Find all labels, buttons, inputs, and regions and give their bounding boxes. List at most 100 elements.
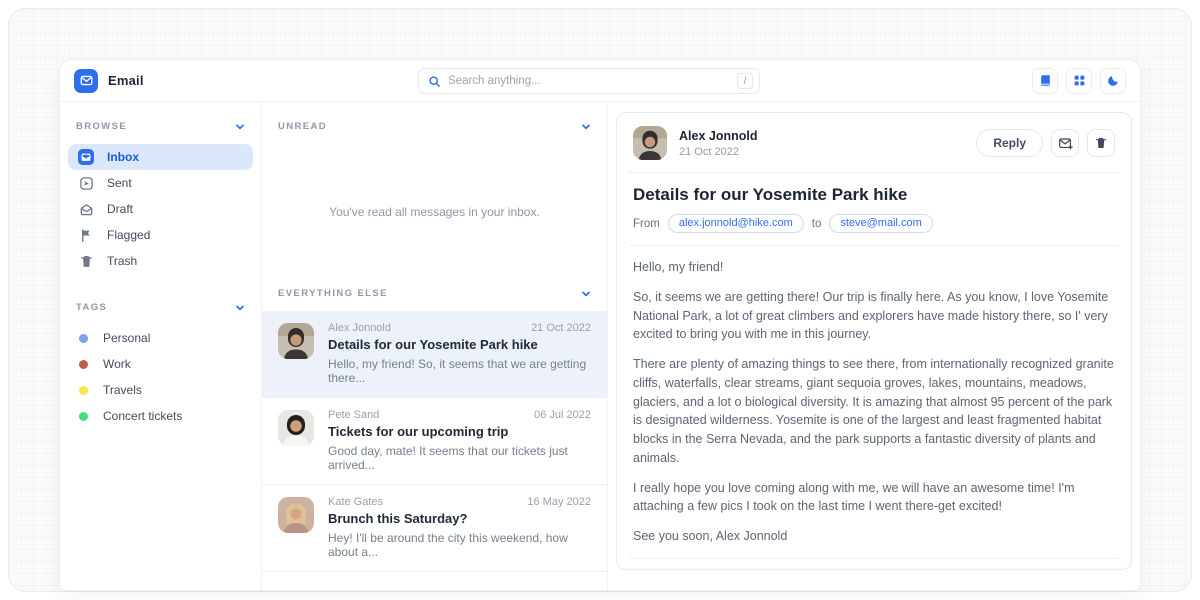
sidebar-item-label: Draft <box>107 202 133 216</box>
everything-else-section-header[interactable]: EVERYTHING ELSE <box>262 288 607 311</box>
inbox-icon <box>78 149 94 165</box>
apps-grid-icon <box>1073 74 1086 87</box>
chevron-down-icon[interactable] <box>581 289 591 299</box>
detail-date: 21 Oct 2022 <box>679 146 757 158</box>
email-detail-card: Alex Jonnold 21 Oct 2022 Reply <box>616 112 1132 570</box>
tag-item-travels[interactable]: Travels <box>68 377 253 403</box>
unread-section-header[interactable]: UNREAD <box>262 102 607 142</box>
search-bar[interactable]: / <box>418 68 760 94</box>
search-shortcut-key: / <box>737 73 753 89</box>
tag-item-concert-tickets[interactable]: Concert tickets <box>68 403 253 429</box>
book-icon <box>1039 74 1052 87</box>
chevron-down-icon[interactable] <box>581 122 591 132</box>
tag-label: Travels <box>103 383 142 397</box>
browse-section-header[interactable]: BROWSE <box>60 102 261 142</box>
tag-color-dot <box>79 334 88 343</box>
detail-from-row: From alex.jonnold@hike.com to steve@mail… <box>633 214 1115 233</box>
mail-list-column: UNREAD You've read all messages in your … <box>262 102 608 590</box>
reply-button[interactable]: Reply <box>976 129 1043 157</box>
divider <box>629 245 1119 246</box>
email-sender: Kate Gates <box>328 496 383 508</box>
app-body: BROWSE Inbox <box>60 102 1140 590</box>
app-logo <box>74 69 98 93</box>
flag-icon <box>78 227 94 243</box>
avatar <box>633 126 667 160</box>
sidebar-item-flagged[interactable]: Flagged <box>68 222 253 248</box>
browse-items: Inbox Sent Draft <box>60 142 261 274</box>
email-sender: Pete Sand <box>328 409 379 421</box>
to-email-pill[interactable]: steve@mail.com <box>829 214 932 233</box>
sidebar: BROWSE Inbox <box>60 102 262 590</box>
tag-color-dot <box>79 412 88 421</box>
sidebar-item-label: Sent <box>107 176 132 190</box>
tag-color-dot <box>79 360 88 369</box>
email-date: 16 May 2022 <box>527 496 591 508</box>
delete-button[interactable] <box>1087 129 1115 157</box>
header-actions <box>1032 68 1126 94</box>
search-input[interactable] <box>448 75 730 87</box>
email-date: 06 Jul 2022 <box>534 409 591 421</box>
email-list-item[interactable]: Kate Gates 16 May 2022 Brunch this Satur… <box>262 485 607 572</box>
browse-label: BROWSE <box>76 121 127 132</box>
reading-pane: Alex Jonnold 21 Oct 2022 Reply <box>608 102 1140 590</box>
to-label: to <box>812 218 822 230</box>
tag-color-dot <box>79 386 88 395</box>
trash-icon <box>78 253 94 269</box>
tag-label: Work <box>103 357 131 371</box>
chevron-down-icon[interactable] <box>235 122 245 132</box>
email-subject: Tickets for our upcoming trip <box>328 424 591 439</box>
avatar <box>278 497 314 533</box>
sidebar-item-draft[interactable]: Draft <box>68 196 253 222</box>
email-date: 21 Oct 2022 <box>531 322 591 334</box>
envelope-plus-icon <box>1058 136 1073 151</box>
envelope-icon <box>80 74 93 87</box>
email-subject: Brunch this Saturday? <box>328 511 591 526</box>
divider <box>629 558 1119 559</box>
detail-sender-name: Alex Jonnold <box>679 129 757 143</box>
sidebar-item-label: Trash <box>107 254 137 268</box>
tag-item-work[interactable]: Work <box>68 351 253 377</box>
trash-icon <box>1094 136 1108 150</box>
apps-button[interactable] <box>1066 68 1092 94</box>
from-email-pill[interactable]: alex.jonnold@hike.com <box>668 214 804 233</box>
app-title: Email <box>108 73 144 88</box>
sidebar-item-inbox[interactable]: Inbox <box>68 144 253 170</box>
body-paragraph: See you soon, Alex Jonnold <box>633 527 1115 546</box>
email-list: Alex Jonnold 21 Oct 2022 Details for our… <box>262 311 607 572</box>
email-list-item[interactable]: Alex Jonnold 21 Oct 2022 Details for our… <box>262 311 607 398</box>
tag-items: Personal Work Travels Concert tickets <box>60 323 261 429</box>
page-background: Email / <box>0 0 1200 600</box>
tag-item-personal[interactable]: Personal <box>68 325 253 351</box>
email-body: Hello, my friend! So, it seems we are ge… <box>633 258 1115 546</box>
search-icon <box>428 75 441 88</box>
sidebar-item-trash[interactable]: Trash <box>68 248 253 274</box>
docs-button[interactable] <box>1032 68 1058 94</box>
app-header: Email / <box>60 60 1140 102</box>
sidebar-item-label: Flagged <box>107 228 150 242</box>
email-sender: Alex Jonnold <box>328 322 391 334</box>
email-subject: Details for our Yosemite Park hike <box>328 337 591 352</box>
from-label: From <box>633 218 660 230</box>
tags-label: TAGS <box>76 302 107 313</box>
unread-empty-message: You've read all messages in your inbox. <box>278 205 591 219</box>
avatar <box>278 410 314 446</box>
forward-button[interactable] <box>1051 129 1079 157</box>
sidebar-item-sent[interactable]: Sent <box>68 170 253 196</box>
body-paragraph: So, it seems we are getting there! Our t… <box>633 288 1115 344</box>
detail-subject: Details for our Yosemite Park hike <box>633 185 1115 205</box>
avatar <box>278 323 314 359</box>
email-preview: Hello, my friend! So, it seems that we a… <box>328 357 591 385</box>
detail-header: Alex Jonnold 21 Oct 2022 Reply <box>633 126 1115 160</box>
chevron-down-icon[interactable] <box>235 303 245 313</box>
detail-actions: Reply <box>976 129 1115 157</box>
email-list-item[interactable]: Pete Sand 06 Jul 2022 Tickets for our up… <box>262 398 607 485</box>
body-paragraph: There are plenty of amazing things to se… <box>633 355 1115 468</box>
body-paragraph: I really hope you love coming along with… <box>633 479 1115 517</box>
dark-mode-button[interactable] <box>1100 68 1126 94</box>
sidebar-item-label: Inbox <box>107 150 139 164</box>
tags-section-header[interactable]: TAGS <box>60 274 261 323</box>
divider <box>629 172 1119 173</box>
email-preview: Hey! I'll be around the city this weeken… <box>328 531 591 559</box>
body-paragraph: Hello, my friend! <box>633 258 1115 277</box>
everything-else-label: EVERYTHING ELSE <box>278 288 388 299</box>
